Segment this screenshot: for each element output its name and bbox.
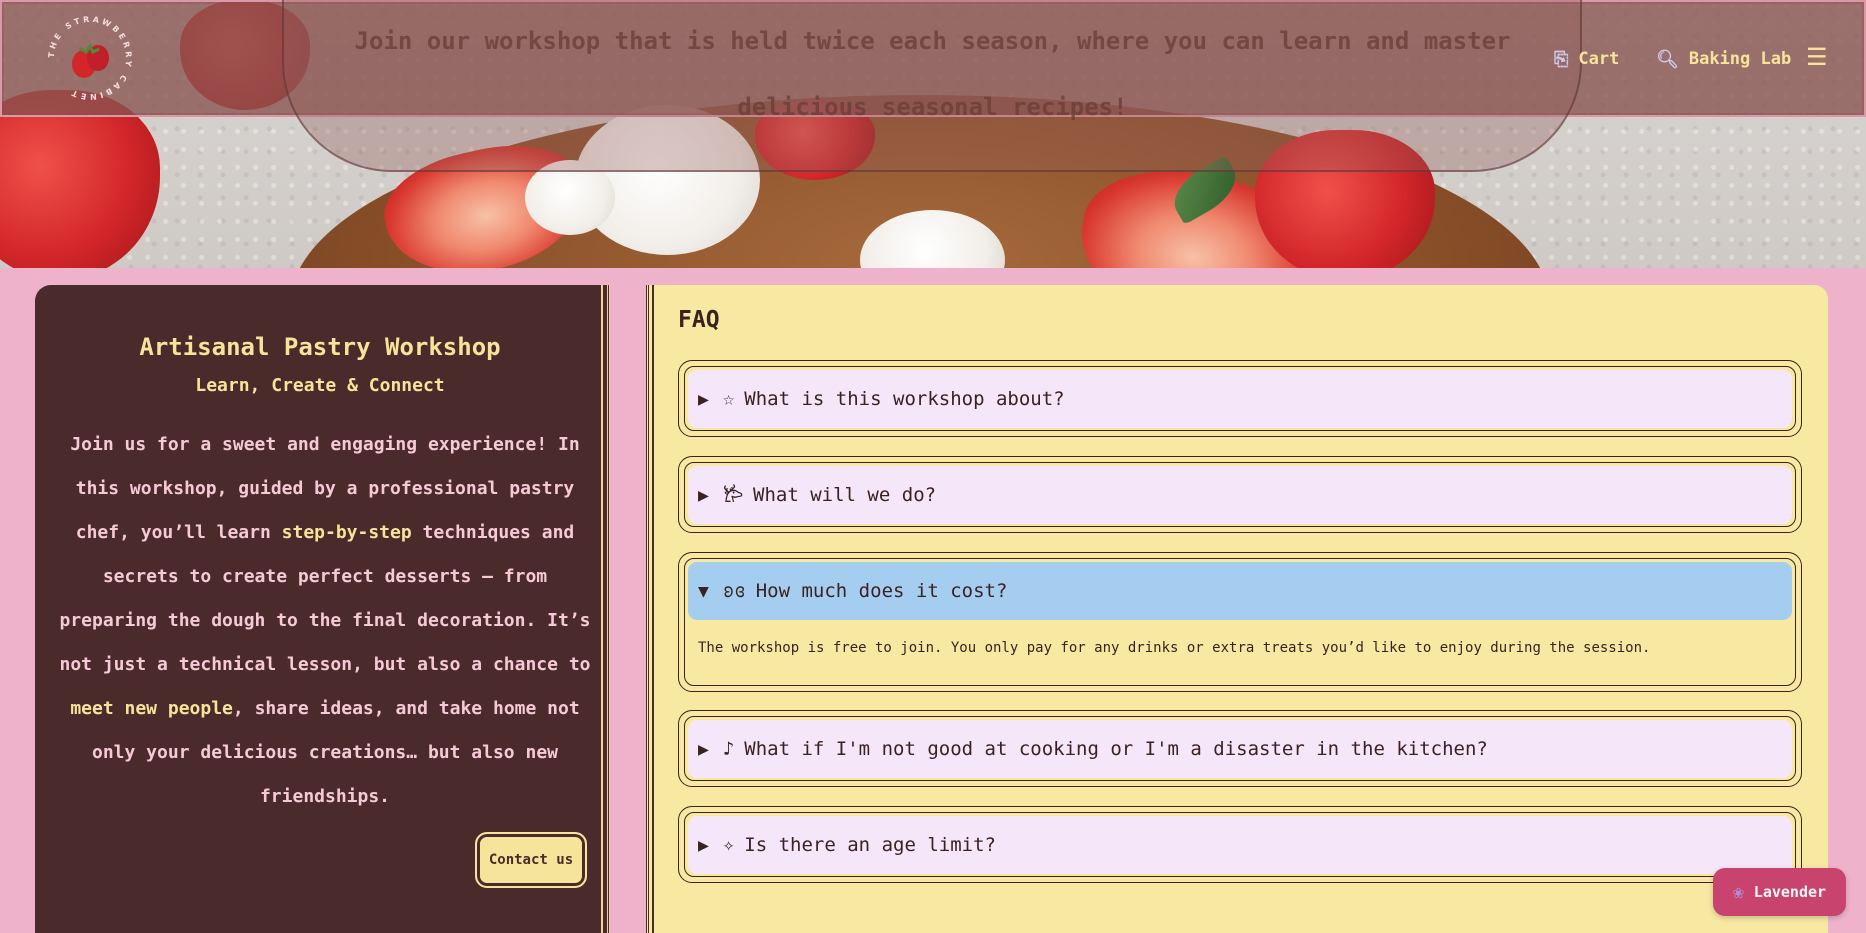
cart-icon: ⎘ bbox=[1554, 48, 1569, 70]
lavender-theme-button[interactable]: ❀ Lavender bbox=[1713, 868, 1846, 916]
workshop-description: Join us for a sweet and engaging experie… bbox=[55, 423, 595, 819]
lavender-flower-icon: ❀ bbox=[1732, 881, 1744, 903]
description-highlight: meet new people bbox=[70, 698, 233, 719]
faq-question: What will we do? bbox=[753, 484, 937, 506]
music-note-icon: ♪ bbox=[722, 738, 735, 760]
expand-arrow-icon: ▶ bbox=[698, 388, 709, 410]
baking-lab-label: Baking Lab bbox=[1688, 49, 1792, 69]
star-icon: ☆ bbox=[722, 388, 735, 410]
faq-question: Is there an age limit? bbox=[744, 834, 996, 856]
faq-item: ▶ 𐂂 What will we do? bbox=[678, 456, 1802, 533]
contact-us-button[interactable]: Contact us bbox=[475, 832, 587, 888]
workshop-card: Artisanal Pastry Workshop Learn, Create … bbox=[35, 285, 610, 933]
faq-item-expanded: ▼ ʚɞ How much does it cost? The workshop… bbox=[678, 552, 1802, 692]
faq-question-toggle[interactable]: ▶ ☆ What is this workshop about? bbox=[688, 370, 1792, 428]
faq-question: What is this workshop about? bbox=[744, 388, 1065, 410]
faq-item: ▶ ✧ Is there an age limit? bbox=[678, 806, 1802, 883]
description-highlight: step-by-step bbox=[281, 522, 412, 543]
workshop-title: Artisanal Pastry Workshop bbox=[139, 333, 501, 361]
announcement-text: Join our workshop that is held twice eac… bbox=[354, 27, 1511, 121]
faq-question-toggle[interactable]: ▶ ✧ Is there an age limit? bbox=[688, 816, 1792, 874]
expand-arrow-icon: ▶ bbox=[698, 738, 709, 760]
collapse-arrow-icon: ▼ bbox=[698, 580, 709, 602]
cart-label: Cart bbox=[1578, 49, 1620, 69]
faq-item: ▶ ☆ What is this workshop about? bbox=[678, 360, 1802, 437]
faq-title: FAQ bbox=[678, 307, 720, 333]
workshop-subtitle: Learn, Create & Connect bbox=[195, 375, 445, 396]
magnifier-icon: 🔍︎ bbox=[1656, 48, 1679, 70]
expand-arrow-icon: ▶ bbox=[698, 834, 709, 856]
baking-lab-link[interactable]: 🔍︎ Baking Lab bbox=[1656, 46, 1791, 72]
hamburger-icon[interactable]: ☰ bbox=[1806, 42, 1828, 72]
expand-arrow-icon: ▶ bbox=[698, 484, 709, 506]
strawberry-cabinet-logo[interactable]: THE STRAWBERRY CABINET bbox=[40, 12, 140, 104]
faq-question: What if I'm not good at cooking or I'm a… bbox=[744, 738, 1488, 760]
faq-question-toggle[interactable]: ▼ ʚɞ How much does it cost? bbox=[688, 562, 1792, 620]
description-text: techniques and secrets to create perfect… bbox=[59, 522, 591, 675]
whisk-icon: 𐂂 bbox=[722, 485, 744, 507]
faq-item: ▶ ♪ What if I'm not good at cooking or I… bbox=[678, 710, 1802, 787]
faq-answer: The workshop is free to join. You only p… bbox=[698, 640, 1651, 656]
faq-section: FAQ ▶ ☆ What is this workshop about? ▶ 𐂂… bbox=[646, 285, 1828, 933]
faq-question: How much does it cost? bbox=[755, 580, 1008, 602]
faq-question-toggle[interactable]: ▶ ♪ What if I'm not good at cooking or I… bbox=[688, 720, 1792, 778]
sparkle-icon: ✧ bbox=[722, 834, 735, 856]
logo-strawberries-icon bbox=[72, 43, 109, 78]
cart-link[interactable]: ⎘ Cart bbox=[1554, 46, 1619, 72]
bow-icon: ʚɞ bbox=[722, 580, 746, 602]
faq-question-toggle[interactable]: ▶ 𐂂 What will we do? bbox=[688, 466, 1792, 524]
lavender-label: Lavender bbox=[1753, 883, 1827, 901]
